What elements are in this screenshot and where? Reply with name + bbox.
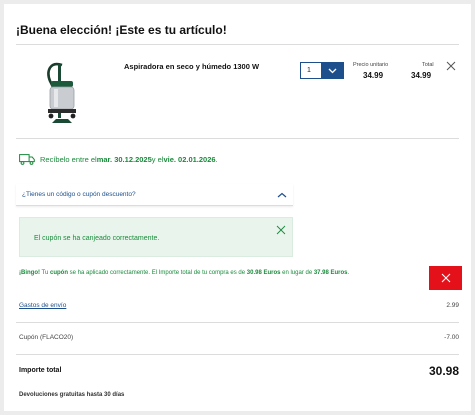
coupon-question: ¿Tienes un código o cupón descuento? — [22, 191, 136, 198]
free-returns-note: Devoluciones gratuitas hasta 30 días — [19, 392, 125, 398]
coupon-toggle[interactable]: ¿Tienes un código o cupón descuento? — [16, 184, 293, 206]
bingo-old-total: 37.98 Euros — [313, 270, 348, 276]
close-icon[interactable] — [445, 60, 457, 72]
product-name: Aspiradora en seco y húmedo 1300 W — [124, 62, 260, 71]
coupon-success-message: El cupón se ha canjeado correctamente. — [34, 235, 160, 242]
unit-price-value: 34.99 — [363, 71, 384, 80]
delivery-suffix: . — [215, 155, 218, 164]
divider — [16, 354, 459, 355]
close-icon — [441, 273, 450, 283]
bingo-text: . — [347, 270, 350, 276]
chevron-up-icon[interactable] — [276, 190, 288, 200]
bingo-coupon-word: cupón — [50, 270, 69, 276]
order-total-label: Importe total — [19, 367, 62, 374]
remove-coupon-button[interactable] — [429, 266, 462, 290]
bingo-new-total: 30.98 Euros — [246, 270, 281, 276]
divider — [16, 44, 459, 45]
coupon-success-alert: El cupón se ha canjeado correctamente. — [19, 217, 293, 257]
coupon-discount-value: -7.00 — [444, 334, 459, 341]
wet-dry-vacuum-image — [47, 62, 76, 123]
cart-card: ¡Buena elección! ¡Este es tu artículo! A… — [4, 4, 471, 411]
delivery-prefix: Recíbelo entre el — [40, 155, 97, 164]
bingo-message: ¡Bingo! Tu cupón se ha aplicado correcta… — [19, 270, 349, 276]
delivery-date-to: vie. 02.01.2026 — [163, 155, 216, 164]
chevron-down-icon[interactable] — [321, 63, 343, 78]
order-total-value: 30.98 — [428, 364, 459, 378]
shipping-costs-link[interactable]: Gastos de envío — [19, 302, 66, 309]
line-total-label: Total — [422, 62, 434, 68]
line-total-value: 34.99 — [411, 71, 432, 80]
bingo-text: Tu — [40, 270, 51, 276]
quantity-select[interactable]: 1 — [300, 62, 344, 79]
bingo-lead: ¡Bingo! — [19, 270, 40, 276]
page-title: ¡Buena elección! ¡Este es tu artículo! — [16, 23, 227, 37]
unit-price-label: Precio unitario — [353, 62, 389, 68]
bingo-text: se ha aplicado correctamente. El Importe… — [68, 270, 247, 276]
divider — [16, 322, 459, 323]
coupon-code-label: Cupón (FLACO20) — [19, 334, 74, 341]
delivery-middle: y el — [151, 155, 164, 164]
delivery-date-from: mar. 30.12.2025 — [96, 155, 152, 164]
quantity-value: 1 — [301, 63, 321, 78]
close-icon[interactable] — [276, 225, 286, 235]
bingo-text: en lugar de — [280, 270, 314, 276]
divider — [16, 138, 459, 139]
delivery-estimate: Recíbelo entre el mar. 30.12.2025 y el v… — [19, 154, 218, 165]
truck-icon — [19, 154, 35, 165]
shipping-costs-value: 2.99 — [446, 302, 459, 309]
